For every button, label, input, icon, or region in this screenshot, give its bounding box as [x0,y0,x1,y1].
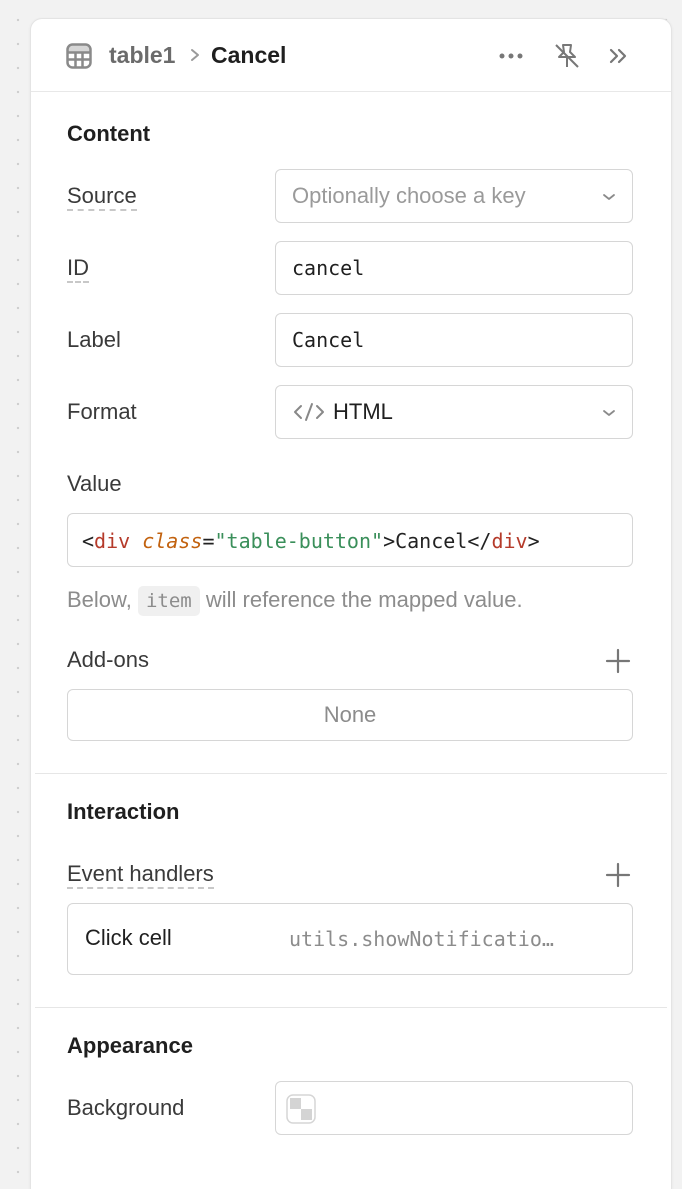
background-color-input[interactable] [275,1081,633,1135]
value-code-editor[interactable]: <div class="table-button">Cancel</div> [67,513,633,567]
id-input[interactable]: cancel [275,241,633,295]
breadcrumb-current: Cancel [211,42,287,68]
value-hint: Below, item will reference the mapped va… [67,585,523,616]
source-label: Source [67,182,137,211]
event-handlers-label: Event handlers [67,860,214,889]
format-value: HTML [333,399,393,424]
add-event-handler-icon[interactable] [605,862,631,888]
section-divider [35,1007,667,1008]
chevron-down-icon [603,194,615,200]
addons-box[interactable]: None [67,689,633,741]
value-label: Value [67,471,122,496]
background-label: Background [67,1095,185,1120]
item-chip: item [137,586,200,616]
event-handler-row[interactable]: Click cell utils.showNotificatio… [67,903,633,975]
section-title-content: Content [67,121,151,146]
addons-value: None [323,702,377,727]
id-value: cancel [292,256,365,280]
section-title-appearance: Appearance [67,1033,193,1058]
format-label: Format [67,399,137,424]
event-handler-action: utils.showNotificatio… [289,927,554,951]
label-value: Cancel [292,328,365,352]
chevron-down-icon [603,410,615,416]
code-icon [294,403,324,421]
section-title-interaction: Interaction [67,799,180,824]
source-select[interactable]: Optionally choose a key [275,169,633,223]
addons-label: Add-ons [67,647,149,672]
label-label: Label [67,327,121,352]
inspector-panel: table1 Cancel Content Source Optionally … [30,18,672,1189]
collapse-panel-icon[interactable] [604,41,634,71]
more-icon[interactable] [496,41,526,71]
breadcrumb-parent[interactable]: table1 [109,41,175,69]
value-code: <div class="table-button">Cancel</div> [82,529,540,553]
table-icon [66,43,92,69]
label-input[interactable]: Cancel [275,313,633,367]
chevron-right-icon [191,49,199,61]
unpin-icon[interactable] [552,41,582,71]
id-label: ID [67,254,89,283]
source-placeholder: Optionally choose a key [292,183,526,208]
panel-header: table1 Cancel [31,19,671,92]
section-divider [35,773,667,774]
event-handler-event: Click cell [85,925,172,950]
transparent-swatch-icon[interactable] [286,1094,316,1124]
format-select[interactable]: HTML [275,385,633,439]
add-addon-icon[interactable] [605,648,631,674]
